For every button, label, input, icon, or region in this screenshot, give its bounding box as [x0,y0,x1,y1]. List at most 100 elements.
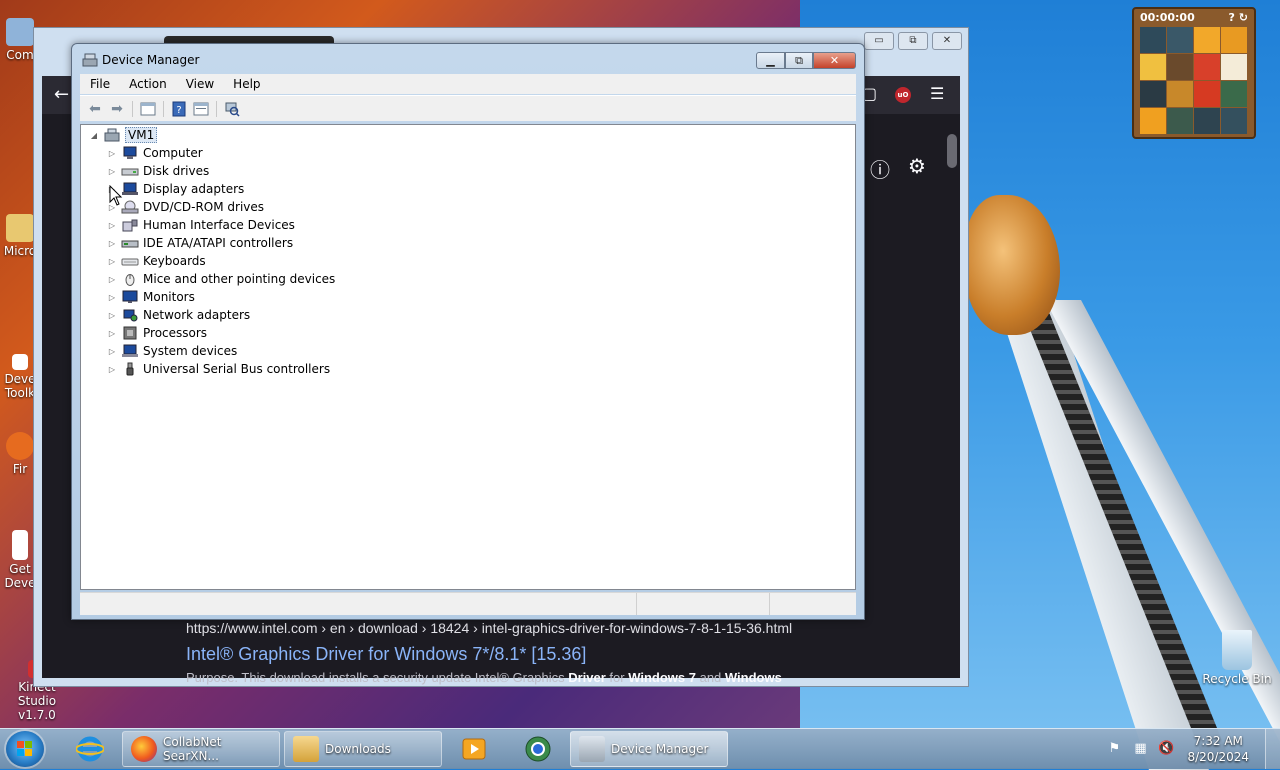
taskbar-chrome-app[interactable] [510,731,566,767]
keyboard-icon [121,258,139,266]
puzzle-tile[interactable] [1221,27,1247,53]
show-hide-console-tree-button[interactable] [137,99,159,119]
dvd-drive-icon [121,200,139,214]
root-label: VM1 [125,127,158,143]
info-icon[interactable]: ⓘ [870,154,890,183]
minimize-icon[interactable]: ▭ [864,32,894,50]
minimize-button[interactable]: ▁ [756,52,785,69]
taskbar-item-downloads[interactable]: Downloads [284,731,442,767]
tree-root[interactable]: ◢ VM1 [89,126,158,144]
close-icon[interactable]: ✕ [932,32,962,50]
volume-muted-icon[interactable]: 🔇 [1157,741,1175,757]
puzzle-tile[interactable] [1194,54,1220,80]
expand-arrow-icon[interactable]: ▷ [107,311,117,320]
result-title-link[interactable]: Intel® Graphics Driver for Windows 7*/8.… [186,644,586,665]
puzzle-gadget[interactable]: 00:00:00 ? ↻ [1132,7,1256,139]
ublock-icon[interactable]: uO [895,87,911,103]
puzzle-tile[interactable] [1194,108,1220,134]
puzzle-tile[interactable] [1140,108,1166,134]
help-icon: ? [172,101,186,116]
action-center-flag-icon[interactable]: ⚑ [1105,741,1123,757]
tree-category[interactable]: ▷ Human Interface Devices [107,216,295,234]
expand-arrow-icon[interactable]: ▷ [107,221,117,230]
expand-arrow-icon[interactable]: ▷ [107,347,117,356]
shuffle-icon[interactable]: ↻ [1239,11,1248,24]
tree-category[interactable]: ▷ Computer [107,144,203,162]
expand-arrow-icon[interactable]: ▷ [107,167,117,176]
taskbar-item-device-manager[interactable]: Device Manager [570,731,728,767]
svg-text:?: ? [176,105,181,116]
puzzle-tile[interactable] [1194,81,1220,107]
puzzle-tile[interactable] [1221,54,1247,80]
title-bar[interactable]: Device Manager ▁ ⧉ ✕ [72,44,864,74]
tree-category[interactable]: ▷ System devices [107,342,237,360]
puzzle-tile[interactable] [1167,27,1193,53]
scrollbar-thumb[interactable] [947,134,957,168]
folder-icon [6,214,34,242]
clock[interactable]: 7:32 AM 8/20/2024 [1187,733,1249,765]
puzzle-tile[interactable] [1140,54,1166,80]
back-button[interactable]: ⬅ [84,99,106,119]
puzzle-tile[interactable] [1221,81,1247,107]
tree-category[interactable]: ▷ Universal Serial Bus controllers [107,360,330,378]
recycle-bin-icon [1222,630,1252,670]
puzzle-tile[interactable] [1194,27,1220,53]
close-button[interactable]: ✕ [813,52,856,69]
wallpaper-tower-top [965,195,1060,335]
tree-category[interactable]: ▷ DVD/CD-ROM drives [107,198,264,216]
result-url[interactable]: https://www.intel.com › en › download › … [186,620,792,636]
expand-arrow-icon[interactable]: ▷ [107,149,117,158]
status-bar [80,592,856,615]
tree-category[interactable]: ▷ Processors [107,324,207,342]
taskbar-item-firefox[interactable]: CollabNet SearXN... [122,731,280,767]
tree-category[interactable]: ▷ IDE ATA/ATAPI controllers [107,234,293,252]
expand-arrow-icon[interactable]: ▷ [107,365,117,374]
help-button[interactable]: ? [168,99,190,119]
device-manager-window[interactable]: Device Manager ▁ ⧉ ✕ File Action View He… [71,43,865,620]
show-desktop-button[interactable] [1265,729,1280,769]
expand-arrow-icon[interactable]: ▷ [107,329,117,338]
desktop-icon-recycle-bin[interactable]: Recycle Bin [1200,630,1274,686]
help-icon[interactable]: ? [1229,11,1235,24]
restore-icon: ⧉ [795,54,803,67]
taskbar-media-player[interactable] [446,731,502,767]
network-icon[interactable]: ▦ [1131,741,1149,757]
maximize-button[interactable]: ⧉ [785,52,813,69]
tree-category[interactable]: ▷ Display adapters [107,180,244,198]
maximize-icon[interactable]: ⧉ [898,32,928,50]
puzzle-tile[interactable] [1167,81,1193,107]
back-arrow-icon[interactable]: ← [54,84,69,105]
puzzle-tile[interactable] [1140,81,1166,107]
puzzle-empty-slot[interactable] [1167,54,1193,80]
firefox-icon [6,432,34,460]
expand-arrow-icon[interactable]: ▷ [107,293,117,302]
expand-arrow-icon[interactable]: ▷ [107,257,117,266]
tree-category[interactable]: ▷ Keyboards [107,252,206,270]
gadget-header: 00:00:00 ? ↻ [1134,9,1254,25]
browser-scrollbar[interactable] [944,114,960,678]
menu-file[interactable]: File [80,77,119,91]
forward-button[interactable]: ➡ [106,99,128,119]
puzzle-tile[interactable] [1140,27,1166,53]
start-button[interactable] [6,731,44,767]
expand-arrow-icon[interactable]: ▷ [107,275,117,284]
puzzle-tile[interactable] [1167,108,1193,134]
tree-category[interactable]: ▷ Network adapters [107,306,250,324]
tree-category[interactable]: ▷ Mice and other pointing devices [107,270,335,288]
menu-action[interactable]: Action [119,77,176,91]
taskbar-internet-explorer[interactable] [62,731,118,767]
menu-view[interactable]: View [176,77,223,91]
menu-help[interactable]: Help [223,77,269,91]
hamburger-menu-icon[interactable]: ☰ [930,84,944,103]
properties-button[interactable] [190,99,212,119]
puzzle-tile[interactable] [1221,108,1247,134]
collapse-arrow-icon[interactable]: ◢ [89,131,99,140]
device-tree[interactable]: ◢ VM1 ▷ Computer ▷ Disk drives ▷ Display… [80,124,856,590]
puzzle-grid[interactable] [1140,27,1247,134]
globe-app-icon [525,736,551,762]
expand-arrow-icon[interactable]: ▷ [107,239,117,248]
tree-category[interactable]: ▷ Monitors [107,288,195,306]
scan-hardware-changes-button[interactable] [221,99,243,119]
tree-category[interactable]: ▷ Disk drives [107,162,209,180]
settings-gear-icon[interactable]: ⚙ [908,154,926,178]
